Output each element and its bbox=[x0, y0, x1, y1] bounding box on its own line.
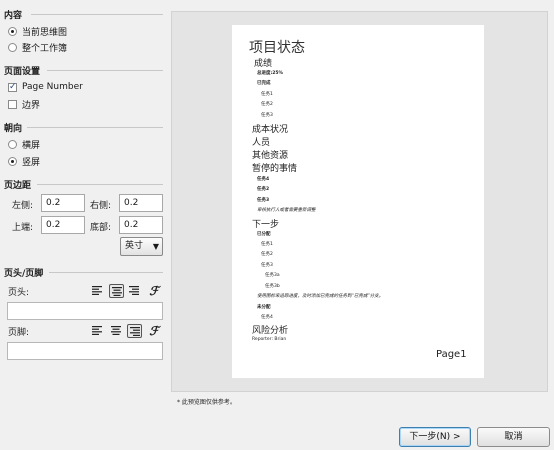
border-checkbox[interactable] bbox=[8, 100, 17, 109]
preview-line: 下一步 bbox=[252, 220, 280, 230]
preview-note: * 此预览图仅供参考。 bbox=[177, 399, 236, 406]
preview-line: 已完成 bbox=[257, 81, 271, 86]
footer-input[interactable] bbox=[7, 342, 163, 360]
footer-label: 页脚: bbox=[8, 328, 30, 338]
preview-line: 任务4 bbox=[261, 315, 273, 320]
preview-line: Reporter: Brian bbox=[252, 337, 287, 342]
border-option[interactable]: 边界 bbox=[8, 98, 40, 111]
unit-select[interactable]: 英寸 ▼ bbox=[120, 237, 163, 256]
header-align-center-button[interactable] bbox=[109, 284, 124, 298]
margin-right-input[interactable]: 0.2 bbox=[119, 194, 163, 212]
margin-right-label: 右侧: bbox=[90, 201, 112, 211]
align-center-icon bbox=[112, 287, 122, 296]
preview-line: 其他资源 bbox=[252, 151, 289, 161]
page-setup-heading: 页面设置 bbox=[4, 67, 41, 77]
margin-left-label: 左侧: bbox=[12, 201, 34, 211]
preview-line: 成本状况 bbox=[252, 125, 289, 135]
header-footer-heading: 页头/页脚 bbox=[4, 269, 44, 279]
option-label: 横屏 bbox=[22, 141, 41, 151]
content-option-current-map[interactable]: 当前思维图 bbox=[8, 25, 67, 38]
option-label: Page Number bbox=[22, 82, 83, 92]
footer-align-center-button[interactable] bbox=[109, 324, 124, 338]
page-number-option[interactable]: ✓ Page Number bbox=[8, 82, 83, 92]
preview-line: 总进度:25% bbox=[257, 71, 284, 76]
cancel-button[interactable]: 取消 bbox=[477, 427, 550, 447]
preview-line: 风险分析 bbox=[252, 326, 289, 336]
preview-line: 任务3a bbox=[265, 273, 280, 278]
preview-line: 任务1 bbox=[261, 92, 273, 97]
header-format-text-icon[interactable]: ℱ bbox=[148, 284, 160, 298]
header-input[interactable] bbox=[7, 302, 163, 320]
preview-line: 任务2 bbox=[261, 252, 273, 257]
option-label: 当前思维图 bbox=[22, 28, 68, 38]
align-right-icon bbox=[130, 327, 140, 336]
margin-top-label: 上端: bbox=[12, 223, 34, 233]
option-label: 边界 bbox=[22, 101, 41, 111]
orientation-heading: 朝向 bbox=[4, 124, 23, 134]
preview-line: 人员 bbox=[252, 138, 271, 148]
content-heading: 内容 bbox=[4, 11, 23, 21]
margins-heading: 页边距 bbox=[4, 181, 32, 191]
preview-line: 任务3 bbox=[257, 198, 270, 203]
preview-line: 任务3b bbox=[265, 284, 280, 289]
preview-line: 任务3 bbox=[261, 263, 273, 268]
preview-line: 成绩 bbox=[254, 59, 273, 69]
preview-line: 任务1 bbox=[261, 242, 273, 247]
preview-line: 任务4 bbox=[257, 177, 270, 182]
radio-button-icon[interactable] bbox=[8, 157, 17, 166]
align-left-icon bbox=[92, 286, 102, 295]
orientation-portrait[interactable]: 竖屏 bbox=[8, 155, 40, 168]
preview-line: 审核执行人或者需要重新调整 bbox=[257, 208, 316, 213]
align-center-icon bbox=[111, 326, 121, 335]
unit-select-value: 英寸 bbox=[125, 241, 144, 251]
margin-left-input[interactable]: 0.2 bbox=[41, 194, 85, 212]
header-align-left-button[interactable] bbox=[90, 284, 105, 298]
align-right-icon bbox=[129, 286, 139, 295]
preview-line: 任务2 bbox=[261, 102, 273, 107]
content-divider bbox=[31, 14, 163, 15]
header-footer-divider bbox=[49, 272, 163, 273]
margin-top-input[interactable]: 0.2 bbox=[41, 216, 85, 234]
chevron-down-icon: ▼ bbox=[152, 242, 159, 251]
page-number-checkbox[interactable]: ✓ bbox=[8, 82, 17, 92]
header-label: 页头: bbox=[8, 288, 30, 298]
option-label: 整个工作簿 bbox=[22, 44, 68, 54]
preview-line: 任务2 bbox=[257, 187, 270, 192]
radio-button-icon[interactable] bbox=[8, 43, 17, 52]
orientation-divider bbox=[27, 127, 163, 128]
preview-title: 项目状态 bbox=[249, 40, 305, 56]
page-setup-divider bbox=[47, 70, 163, 71]
margin-bottom-label: 底部: bbox=[90, 223, 112, 233]
preview-line: 暂停的事情 bbox=[252, 164, 298, 174]
footer-format-text-icon[interactable]: ℱ bbox=[148, 324, 160, 338]
footer-align-right-button[interactable] bbox=[127, 324, 142, 338]
preview-line: 未分配 bbox=[257, 305, 271, 310]
option-label: 竖屏 bbox=[22, 158, 41, 168]
next-button[interactable]: 下一步(N) > bbox=[399, 427, 471, 447]
radio-button-icon[interactable] bbox=[8, 140, 17, 149]
footer-align-left-button[interactable] bbox=[90, 324, 105, 338]
content-option-workbook[interactable]: 整个工作簿 bbox=[8, 41, 67, 54]
orientation-landscape[interactable]: 横屏 bbox=[8, 138, 40, 151]
radio-button-icon[interactable] bbox=[8, 27, 17, 36]
margins-divider bbox=[37, 184, 163, 185]
preview-page-number: Page1 bbox=[436, 349, 467, 360]
margin-bottom-input[interactable]: 0.2 bbox=[119, 216, 163, 234]
header-align-right-button[interactable] bbox=[127, 284, 142, 298]
align-left-icon bbox=[92, 326, 102, 335]
preview-line: 任务3 bbox=[261, 113, 273, 118]
preview-line: 使用图标来追踪进度，及时添加已完成的任务到“已完成”分支。 bbox=[257, 294, 384, 299]
preview-page: 项目状态 成绩 总进度:25% 已完成 任务1 任务2 任务3 成本状况 人员 … bbox=[232, 25, 484, 378]
preview-line: 已分配 bbox=[257, 232, 271, 237]
